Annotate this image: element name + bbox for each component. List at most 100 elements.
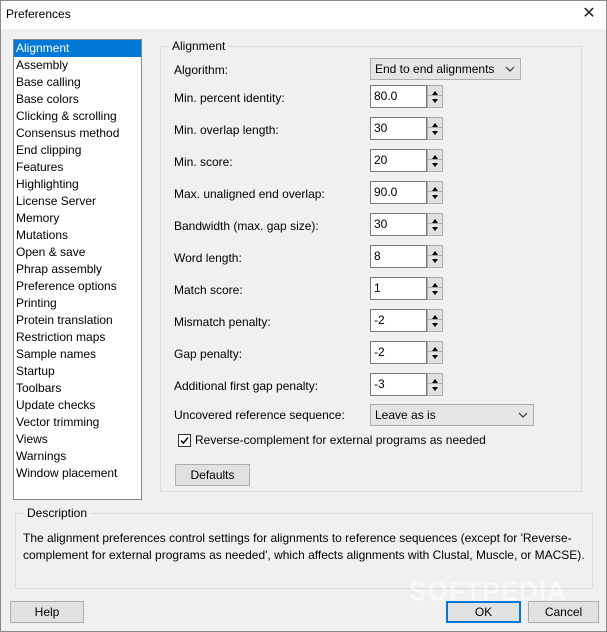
spin-box[interactable]: 8 (370, 245, 443, 268)
field-label: Match score: (174, 283, 243, 297)
help-button[interactable]: Help (10, 601, 84, 623)
arrow-down-icon[interactable] (428, 224, 442, 234)
sidebar-item[interactable]: End clipping (14, 142, 141, 159)
field-label: Additional first gap penalty: (174, 379, 319, 393)
reverse-complement-label: Reverse-complement for external programs… (195, 433, 486, 447)
spin-buttons[interactable] (427, 373, 443, 396)
arrow-down-icon[interactable] (428, 128, 442, 138)
arrow-up-icon[interactable] (428, 150, 442, 160)
description-text: The alignment preferences control settin… (23, 531, 585, 562)
spin-input[interactable]: 30 (370, 213, 427, 236)
field-label: Max. unaligned end overlap: (174, 187, 325, 201)
arrow-up-icon[interactable] (428, 86, 442, 96)
uncovered-value: Leave as is (375, 408, 436, 422)
sidebar-item[interactable]: Consensus method (14, 125, 141, 142)
sidebar-item[interactable]: Assembly (14, 57, 141, 74)
uncovered-label: Uncovered reference sequence: (174, 408, 345, 422)
sidebar-item[interactable]: Preference options (14, 278, 141, 295)
spin-box[interactable]: 30 (370, 117, 443, 140)
spin-buttons[interactable] (427, 341, 443, 364)
sidebar-item[interactable]: Open & save (14, 244, 141, 261)
sidebar-item[interactable]: Printing (14, 295, 141, 312)
sidebar-item[interactable]: Protein translation (14, 312, 141, 329)
sidebar-item[interactable]: Clicking & scrolling (14, 108, 141, 125)
spin-input[interactable]: 20 (370, 149, 427, 172)
arrow-down-icon[interactable] (428, 160, 442, 170)
sidebar-item[interactable]: Features (14, 159, 141, 176)
sidebar-item[interactable]: Alignment (14, 40, 141, 57)
sidebar-item[interactable]: Highlighting (14, 176, 141, 193)
arrow-up-icon[interactable] (428, 342, 442, 352)
spin-box[interactable]: -3 (370, 373, 443, 396)
spin-box[interactable]: 20 (370, 149, 443, 172)
arrow-up-icon[interactable] (428, 214, 442, 224)
field-label: Min. overlap length: (174, 123, 279, 137)
algorithm-label: Algorithm: (174, 63, 229, 77)
softpedia-watermark: SOFTPEDIA (409, 576, 567, 606)
sidebar-item[interactable]: Phrap assembly (14, 261, 141, 278)
window-title: Preferences (6, 7, 71, 21)
spin-box[interactable]: -2 (370, 309, 443, 332)
arrow-up-icon[interactable] (428, 246, 442, 256)
spin-input[interactable]: 1 (370, 277, 427, 300)
sidebar-item[interactable]: Views (14, 431, 141, 448)
sidebar-item[interactable]: Base colors (14, 91, 141, 108)
spin-box[interactable]: -2 (370, 341, 443, 364)
arrow-up-icon[interactable] (428, 118, 442, 128)
sidebar-item[interactable]: Toolbars (14, 380, 141, 397)
reverse-complement-checkbox[interactable] (178, 434, 191, 447)
arrow-down-icon[interactable] (428, 288, 442, 298)
sidebar-item[interactable]: Update checks (14, 397, 141, 414)
spin-box[interactable]: 30 (370, 213, 443, 236)
sidebar-item[interactable]: Window placement (14, 465, 141, 482)
spin-buttons[interactable] (427, 245, 443, 268)
spin-buttons[interactable] (427, 117, 443, 140)
spin-buttons[interactable] (427, 149, 443, 172)
spin-buttons[interactable] (427, 309, 443, 332)
sidebar-item[interactable]: Sample names (14, 346, 141, 363)
arrow-down-icon[interactable] (428, 352, 442, 362)
spin-box[interactable]: 1 (370, 277, 443, 300)
sidebar-item[interactable]: Warnings (14, 448, 141, 465)
field-label: Word length: (174, 251, 242, 265)
field-label: Min. percent identity: (174, 91, 285, 105)
alignment-group-title: Alignment (169, 39, 229, 53)
sidebar-item[interactable]: Base calling (14, 74, 141, 91)
arrow-down-icon[interactable] (428, 256, 442, 266)
sidebar-item[interactable]: Mutations (14, 227, 141, 244)
checkmark-icon (180, 437, 189, 445)
algorithm-dropdown[interactable]: End to end alignments (370, 58, 521, 80)
arrow-up-icon[interactable] (428, 182, 442, 192)
arrow-down-icon[interactable] (428, 192, 442, 202)
sidebar-item[interactable]: Restriction maps (14, 329, 141, 346)
arrow-down-icon[interactable] (428, 96, 442, 106)
sidebar-item[interactable]: Memory (14, 210, 141, 227)
spin-box[interactable]: 80.0 (370, 85, 443, 108)
spin-input[interactable]: -2 (370, 341, 427, 364)
sidebar-item[interactable]: License Server (14, 193, 141, 210)
spin-input[interactable]: 8 (370, 245, 427, 268)
arrow-down-icon[interactable] (428, 384, 442, 394)
spin-input[interactable]: -3 (370, 373, 427, 396)
arrow-up-icon[interactable] (428, 374, 442, 384)
spin-input[interactable]: 80.0 (370, 85, 427, 108)
spin-input[interactable]: -2 (370, 309, 427, 332)
close-icon[interactable]: ✕ (574, 1, 604, 27)
arrow-up-icon[interactable] (428, 310, 442, 320)
spin-box[interactable]: 90.0 (370, 181, 443, 204)
arrow-down-icon[interactable] (428, 320, 442, 330)
chevron-down-icon (505, 66, 515, 72)
spin-buttons[interactable] (427, 181, 443, 204)
spin-input[interactable]: 90.0 (370, 181, 427, 204)
spin-buttons[interactable] (427, 213, 443, 236)
spin-input[interactable]: 30 (370, 117, 427, 140)
sidebar-item[interactable]: Vector trimming (14, 414, 141, 431)
arrow-up-icon[interactable] (428, 278, 442, 288)
spin-buttons[interactable] (427, 85, 443, 108)
sidebar-item[interactable]: Startup (14, 363, 141, 380)
field-label: Gap penalty: (174, 347, 243, 361)
defaults-button[interactable]: Defaults (175, 464, 250, 486)
preferences-category-list[interactable]: Alignment Assembly Base calling Base colors… (13, 39, 142, 500)
spin-buttons[interactable] (427, 277, 443, 300)
uncovered-dropdown[interactable]: Leave as is (370, 404, 534, 426)
